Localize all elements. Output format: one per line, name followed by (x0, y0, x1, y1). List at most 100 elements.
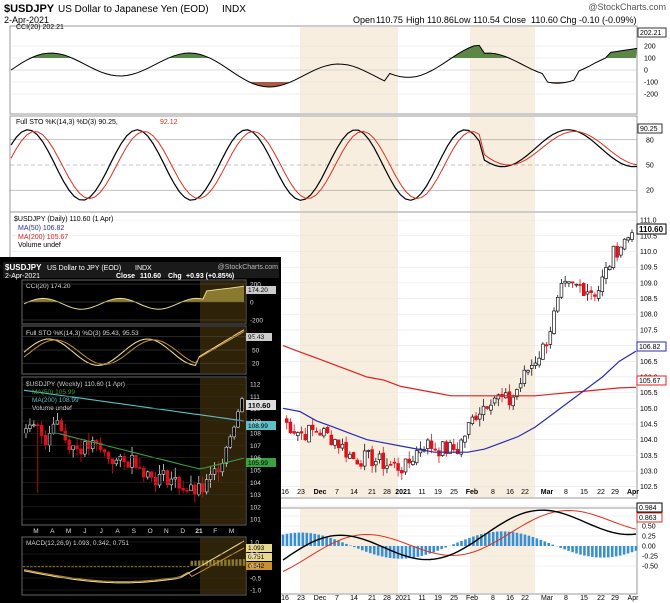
ma200-tag-text: 105.67 (639, 378, 661, 385)
inset-candle-body (220, 463, 225, 473)
ma50-legend: MA(50) 106.82 (18, 225, 64, 232)
inset-weekly-chart: $USDJPY US Dollar to JPY (EOD) INDX @Sto… (0, 257, 281, 603)
candle-body (507, 391, 512, 406)
macd-tick-label: -0.50 (642, 564, 658, 571)
x-tick-label: 28 (383, 489, 391, 496)
macd-main-tag-text: 0.984 (639, 505, 657, 512)
candle-body (303, 434, 308, 441)
price-tick-label: 109.5 (640, 265, 658, 272)
inset-x-label: O (148, 528, 153, 535)
candle-body (381, 452, 385, 469)
x-tick-label-bottom: 16 (506, 595, 514, 602)
inset-price-tick: 105 (250, 468, 261, 475)
inset-candle-body (165, 470, 170, 486)
price-tick-label: 105.5 (640, 390, 658, 397)
cci-tick-label: 100 (644, 56, 656, 63)
inset-candle-body (173, 477, 177, 480)
macd-hist-bar (563, 546, 566, 550)
candle-body (455, 448, 460, 454)
macd-hist-bar (436, 546, 439, 551)
candle-body (377, 453, 382, 460)
candle-body (611, 245, 616, 268)
inset-name: US Dollar to JPY (EOD) (47, 265, 121, 272)
macd-hist-bar (523, 534, 527, 546)
candle-body (296, 432, 300, 436)
inset-candle-body (142, 467, 146, 478)
inset-close: 110.60 (140, 273, 161, 280)
inset-candle-body (102, 449, 107, 453)
price-legend: $USDJPY (Daily) 110.60 (1 Apr) (14, 216, 113, 223)
macd-hist-bar (341, 542, 344, 546)
cci-tick-label: 0 (644, 68, 648, 75)
macd-hist-bar (571, 546, 574, 553)
macd-hist-bar (368, 546, 372, 554)
x-tick-label: 19 (434, 489, 442, 496)
candle-body (329, 434, 334, 446)
ma200-legend: MA(200) 105.67 (18, 234, 68, 241)
inset-macd-bar (227, 559, 231, 566)
price-tick-label: 108.5 (640, 296, 658, 303)
inset-candle-body (43, 435, 48, 446)
inset-candle-body (169, 478, 174, 486)
volume-legend: Volume undef (18, 242, 61, 249)
macd-hist-bar (527, 535, 531, 546)
macd-hist-bar (281, 534, 285, 546)
close-value: 110.60 (531, 15, 558, 25)
price-tag-text: 110.60 (639, 225, 664, 234)
x-tick-label-bottom: 25 (450, 595, 458, 602)
macd-hist-bar (559, 546, 562, 548)
candle-body (392, 461, 397, 464)
macd-hist-bar (618, 546, 622, 556)
candle-body (626, 237, 631, 241)
macd-hist-bar (634, 546, 638, 551)
inset-cci-tick: -200 (250, 318, 263, 325)
inset-macd-bar (190, 560, 193, 566)
macd-hist-bar (372, 546, 376, 555)
macd-hist-bar (614, 546, 618, 557)
macd-hist-bar (602, 546, 606, 558)
x-tick-label: Apr (627, 489, 639, 496)
candle-body (544, 344, 549, 347)
macd-hist-bar (456, 542, 459, 546)
x-tick-label-bottom: 7 (335, 595, 339, 602)
x-tick-label-bottom: 8 (491, 595, 495, 602)
macd-tick-label: 0.00 (642, 544, 656, 551)
inset-price-tick: 103 (250, 492, 261, 499)
macd-hist-bar (591, 546, 594, 557)
macd-hist-bar (519, 533, 523, 546)
macd-hist-bar (535, 538, 539, 546)
candle-body (526, 370, 530, 373)
open-value: 110.75 (376, 15, 403, 25)
inset-candle-body (201, 483, 205, 493)
x-tick-label: Mar (541, 489, 554, 496)
candle-body (403, 458, 408, 473)
macd-hist-bar (400, 546, 404, 559)
inset-candle-body (59, 420, 64, 432)
macd-hist-bar (606, 546, 610, 558)
candle-body (407, 458, 411, 464)
inset-macd-bar (239, 559, 242, 566)
macd-hist-bar (551, 544, 555, 546)
inset-candle-body (32, 424, 36, 427)
inset-candle-body (83, 441, 87, 455)
inset-sto-legend: Full STO %K(14,3) %D(3) 95.43, 95.53 (26, 330, 139, 337)
candle-body (574, 283, 579, 286)
cci-legend: CCI(20) 202.21 (16, 24, 64, 31)
candle-body (478, 413, 482, 420)
cci-tick-label: -100 (644, 80, 658, 87)
macd-hist-bar (444, 546, 447, 548)
inset-candle-body (67, 439, 71, 451)
candle-body (325, 426, 330, 434)
inset-candle-body (71, 445, 75, 451)
candle-body (333, 439, 337, 446)
inset-candle-body (157, 473, 162, 486)
month-shade-1 (470, 213, 535, 497)
candle-body (600, 276, 605, 292)
inset-candle-body (185, 489, 189, 492)
price-tick-label: 107.5 (640, 327, 658, 334)
x-tick-label-bottom: 22 (597, 595, 605, 602)
candle-body (370, 449, 374, 467)
candle-body (374, 461, 378, 466)
candle-body (299, 431, 304, 434)
candle-body (314, 430, 319, 433)
